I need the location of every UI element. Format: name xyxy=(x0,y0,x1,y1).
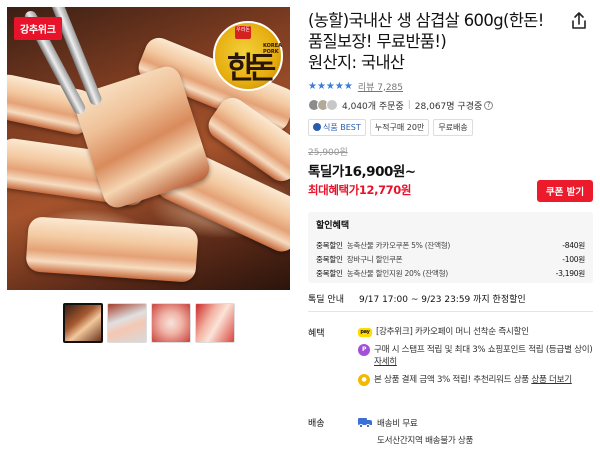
tag-free-shipping: 무료배송 xyxy=(433,119,473,136)
discount-row: 중복할인 장바구니 할인쿠폰 -100원 xyxy=(316,252,585,266)
original-price: 25,900원 xyxy=(308,148,348,158)
discount-desc: 농축산물 카카오쿠폰 5% (잔액형) xyxy=(346,240,451,250)
brand-seal: 우리돈 xyxy=(235,26,251,39)
truck-icon xyxy=(358,418,372,428)
discount-desc: 농축산물 할인지원 20% (잔액형) xyxy=(346,268,449,278)
point-icon: P xyxy=(358,344,370,356)
discount-amount: -3,190원 xyxy=(555,268,586,278)
discount-name: 중복할인 xyxy=(316,254,343,264)
benefit-text: 구매 시 스탬프 적립 및 최대 3% 쇼핑포인트 적립 (등급별 상이) 자세… xyxy=(374,345,593,367)
thumbnail-4[interactable] xyxy=(195,303,235,343)
discount-amount: -100원 xyxy=(562,254,585,264)
brand-sub: KOREA PORK xyxy=(263,43,283,55)
shipping-note: 도서산간지역 배송불가 상품 xyxy=(377,436,474,446)
promo-badge: 강추위크 xyxy=(14,17,62,40)
more-products-link[interactable]: 상품 더보기 xyxy=(531,375,572,385)
special-price: 16,900원~ xyxy=(343,164,416,180)
discount-row: 중복할인 농축산물 할인지원 20% (잔액형) -3,190원 xyxy=(316,266,585,280)
benefit-label: 혜택 xyxy=(308,329,325,339)
product-title: (농할)국내산 생 삼겹살 600g(한돈!품질보장! 무료반품!) xyxy=(308,11,544,51)
buyers-row: 4,040개 주문중 | 28,067명 구경중 ? xyxy=(308,98,593,112)
product-tags: 식품 BEST 누적구매 20만 무료배송 xyxy=(308,119,593,136)
details-link[interactable]: 자세히 xyxy=(374,357,397,367)
benefit-text: 본 상품 결제 금액 3% 적립! 추천리워드 상품 상품 더보기 xyxy=(374,375,572,385)
max-benefit-price: 12,770원 xyxy=(358,183,412,197)
discount-heading: 할인혜택 xyxy=(316,221,350,231)
review-link[interactable]: 리뷰 7,285 xyxy=(358,80,403,93)
product-main-image: 강추위크 우리돈 한돈 KOREA PORK xyxy=(7,7,290,290)
thumbnail-2[interactable] xyxy=(107,303,147,343)
shipping-fee: 배송비 무료 xyxy=(377,419,418,429)
benefit-list: pay [강추위크] 카카오페이 머니 선착순 즉시할인 P 구매 시 스탬프 … xyxy=(358,326,593,392)
discount-name: 중복할인 xyxy=(316,268,343,278)
discount-row: 중복할인 농축산물 카카오쿠폰 5% (잔액형) -840원 xyxy=(316,238,585,252)
thumbnail-strip xyxy=(63,303,235,343)
discount-amount: -840원 xyxy=(562,240,585,250)
product-origin: 원산지: 국내산 xyxy=(308,53,405,72)
sale-info-row: 톡딜 안내 9/17 17:00 ~ 9/23 23:59 까지 한정할인 xyxy=(308,292,526,305)
benefit-item: ● 본 상품 결제 금액 3% 적립! 추천리워드 상품 상품 더보기 xyxy=(358,374,593,386)
sale-period: 9/17 17:00 ~ 9/23 23:59 까지 한정할인 xyxy=(359,295,526,305)
discount-desc: 장바구니 할인쿠폰 xyxy=(346,254,403,264)
thumbnail-1[interactable] xyxy=(63,303,103,343)
discount-name: 중복할인 xyxy=(316,240,343,250)
hanwoo-brand-logo: 우리돈 한돈 KOREA PORK xyxy=(213,21,283,91)
pork-slice xyxy=(25,216,199,283)
max-benefit-label: 최대혜택가 xyxy=(308,183,359,197)
discount-box: 할인혜택 중복할인 농축산물 카카오쿠폰 5% (잔액형) -840원 중복할인 장… xyxy=(308,212,593,283)
special-price-row: 톡딜가 16,900원~ xyxy=(308,160,593,180)
kakaopay-icon: pay xyxy=(358,328,372,337)
info-icon[interactable]: ? xyxy=(484,100,494,110)
section-divider xyxy=(308,311,593,312)
tag-cumulative: 누적구매 20만 xyxy=(369,119,430,136)
best-icon xyxy=(313,123,321,131)
benefit-section: 혜택 pay [강추위크] 카카오페이 머니 선착순 즉시할인 P 구매 시 스… xyxy=(308,326,593,396)
reward-coin-icon: ● xyxy=(358,374,370,386)
get-coupon-button[interactable]: 쿠폰 받기 xyxy=(537,180,593,202)
shipping-section: 배송 배송비 무료 도서산간지역 배송불가 상품 xyxy=(308,416,593,446)
benefit-item: pay [강추위크] 카카오페이 머니 선착순 즉시할인 xyxy=(358,326,593,338)
special-price-label: 톡딜가 xyxy=(308,164,344,180)
product-info: (농할)국내산 생 삼겹살 600g(한돈!품질보장! 무료반품!) 원산지: … xyxy=(308,10,593,198)
shipping-info: 배송비 무료 도서산간지역 배송불가 상품 xyxy=(358,416,593,446)
viewer-count: 28,067명 구경중 xyxy=(414,101,483,112)
divider: | xyxy=(407,100,411,110)
benefit-text: [강추위크] 카카오페이 머니 선착순 즉시할인 xyxy=(376,327,529,337)
buyer-avatars xyxy=(308,99,338,111)
tag-food-best[interactable]: 식품 BEST xyxy=(308,119,366,136)
sale-label: 톡딜 안내 xyxy=(308,295,344,305)
rating-row: ★★★★★ 리뷰 7,285 xyxy=(308,80,593,93)
order-count: 4,040개 주문중 xyxy=(342,101,404,112)
benefit-item: P 구매 시 스탬프 적립 및 최대 3% 쇼핑포인트 적립 (등급별 상이) … xyxy=(358,344,593,368)
thumbnail-3[interactable] xyxy=(151,303,191,343)
shipping-label: 배송 xyxy=(308,419,325,429)
star-rating-icon: ★★★★★ xyxy=(308,80,353,92)
